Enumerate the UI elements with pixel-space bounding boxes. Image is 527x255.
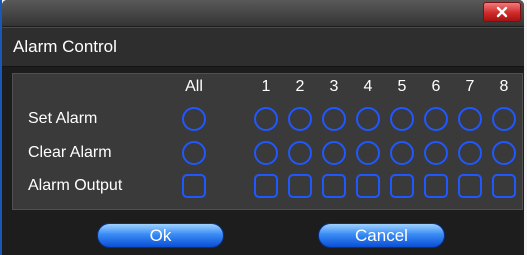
dialog-title: Alarm Control — [13, 37, 117, 56]
window-top-strip — [2, 0, 524, 26]
column-header-5: 5 — [397, 78, 407, 95]
alarm-output-2-checkbox[interactable] — [288, 174, 312, 198]
column-header-4: 4 — [363, 78, 373, 95]
alarm-output-5-checkbox[interactable] — [390, 174, 414, 198]
clear-alarm-8-radio[interactable] — [492, 141, 516, 165]
alarm-output-8-checkbox[interactable] — [492, 174, 516, 198]
set-alarm-3-radio[interactable] — [322, 107, 346, 131]
column-header-7: 7 — [465, 78, 475, 95]
alarm-control-dialog: Alarm Control All 1 2 3 4 5 6 7 8 Set Al… — [2, 0, 524, 255]
column-header-all: All — [185, 78, 203, 95]
alarm-output-6-checkbox[interactable] — [424, 174, 448, 198]
column-header-1: 1 — [261, 78, 271, 95]
alarm-output-4-checkbox[interactable] — [356, 174, 380, 198]
clear-alarm-all-radio[interactable] — [182, 141, 206, 165]
clear-alarm-3-radio[interactable] — [322, 141, 346, 165]
set-alarm-2-radio[interactable] — [288, 107, 312, 131]
cancel-button[interactable]: Cancel — [318, 223, 445, 248]
clear-alarm-6-radio[interactable] — [424, 141, 448, 165]
column-header-6: 6 — [431, 78, 441, 95]
clear-alarm-7-radio[interactable] — [458, 141, 482, 165]
alarm-output-7-checkbox[interactable] — [458, 174, 482, 198]
clear-alarm-2-radio[interactable] — [288, 141, 312, 165]
clear-alarm-1-radio[interactable] — [254, 141, 278, 165]
dialog-footer — [2, 214, 524, 255]
alarm-output-all-checkbox[interactable] — [182, 174, 206, 198]
set-alarm-5-radio[interactable] — [390, 107, 414, 131]
close-button[interactable] — [483, 2, 521, 22]
ok-button[interactable]: Ok — [97, 223, 224, 248]
set-alarm-8-radio[interactable] — [492, 107, 516, 131]
row-label-set-alarm: Set Alarm — [28, 110, 98, 127]
set-alarm-all-radio[interactable] — [182, 107, 206, 131]
column-header-3: 3 — [329, 78, 339, 95]
column-header-8: 8 — [499, 78, 509, 95]
row-label-clear-alarm: Clear Alarm — [28, 144, 112, 161]
set-alarm-7-radio[interactable] — [458, 107, 482, 131]
set-alarm-6-radio[interactable] — [424, 107, 448, 131]
clear-alarm-4-radio[interactable] — [356, 141, 380, 165]
close-icon — [496, 6, 508, 18]
row-label-alarm-output: Alarm Output — [28, 177, 123, 194]
set-alarm-4-radio[interactable] — [356, 107, 380, 131]
alarm-output-1-checkbox[interactable] — [254, 174, 278, 198]
alarm-output-3-checkbox[interactable] — [322, 174, 346, 198]
clear-alarm-5-radio[interactable] — [390, 141, 414, 165]
set-alarm-1-radio[interactable] — [254, 107, 278, 131]
title-bar: Alarm Control — [2, 27, 524, 67]
column-header-2: 2 — [295, 78, 305, 95]
